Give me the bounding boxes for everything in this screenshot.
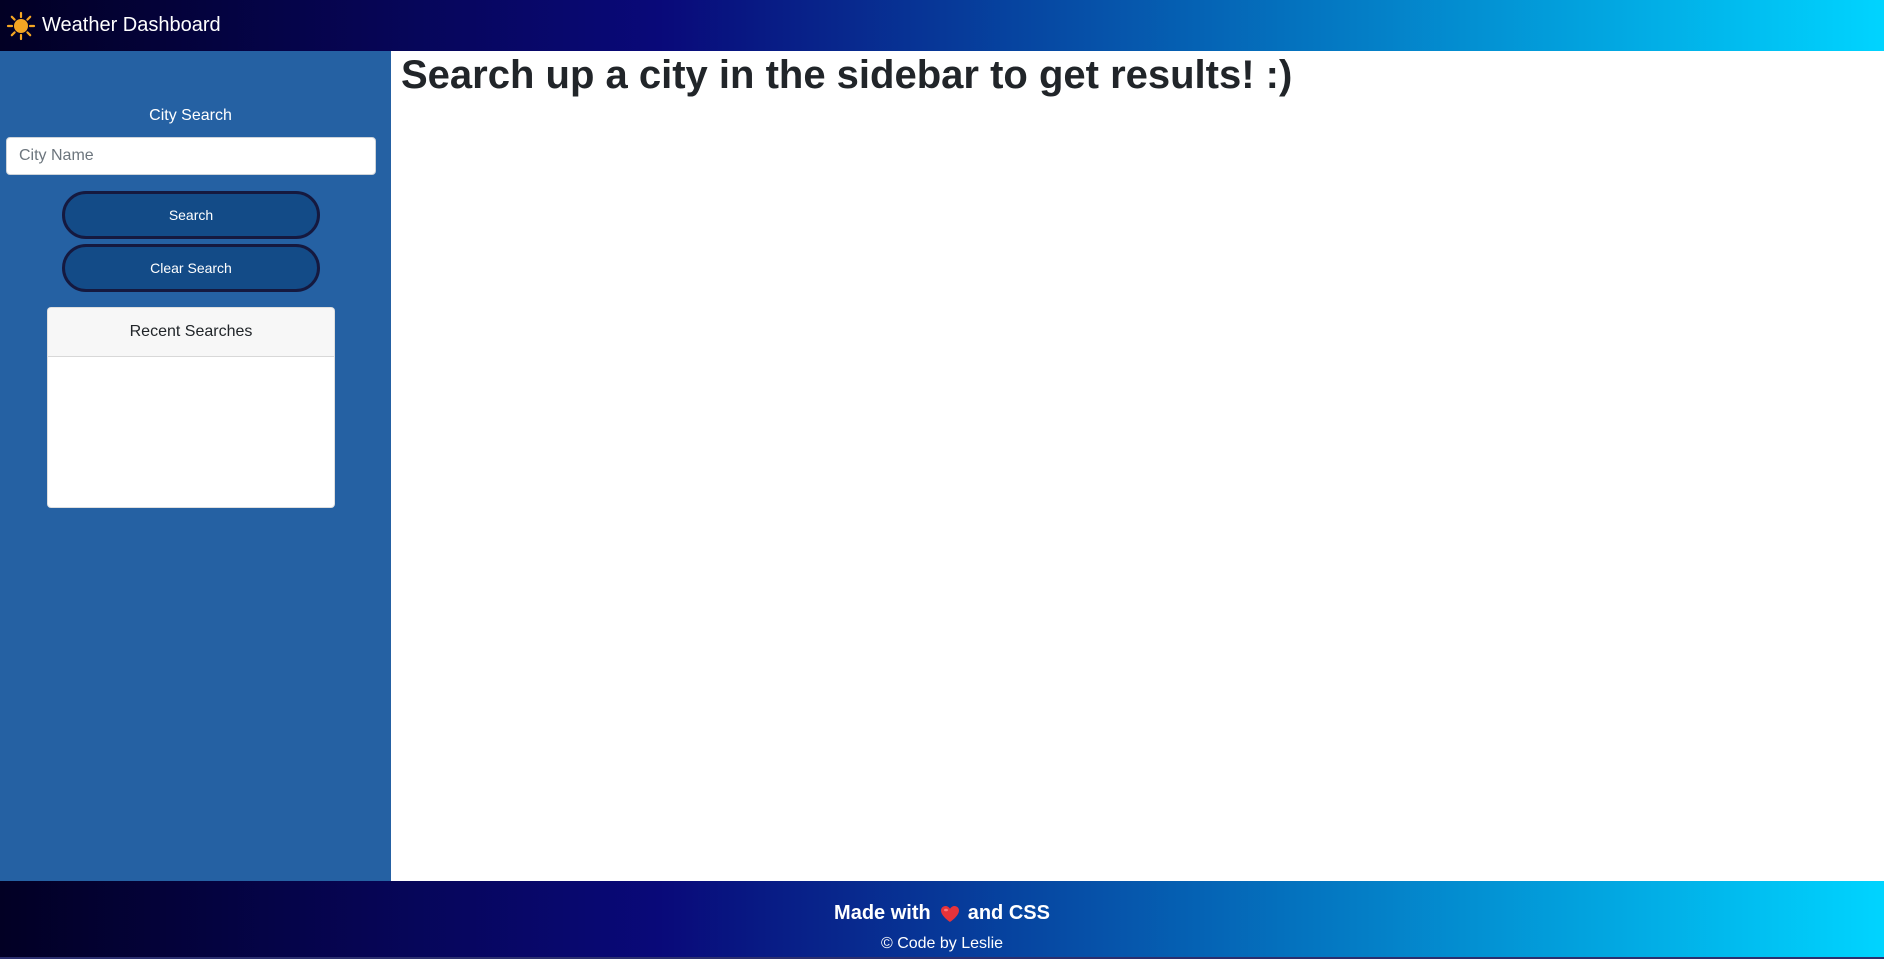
made-with-line: Made with and CSS (0, 902, 1884, 925)
city-search-label: City Search (149, 107, 232, 124)
made-with-suffix: and CSS (967, 902, 1050, 924)
sidebar: City Search Search Clear Search Recent S… (0, 51, 391, 881)
app-title: Weather Dashboard (42, 14, 221, 36)
recent-searches-card: Recent Searches (47, 307, 335, 508)
city-name-input[interactable] (6, 137, 376, 175)
heart-icon (940, 905, 960, 923)
copyright-text: © Code by Leslie (880, 935, 1004, 952)
footer: Made with and CSS © Code by Leslie (0, 881, 1884, 957)
main-content: Search up a city in the sidebar to get r… (391, 51, 1884, 881)
sun-icon (6, 11, 36, 41)
clear-search-button[interactable]: Clear Search (62, 244, 320, 292)
made-with-prefix: Made with (834, 902, 931, 924)
recent-searches-header: Recent Searches (48, 308, 334, 357)
page-title: Search up a city in the sidebar to get r… (401, 53, 1293, 97)
top-navbar: Weather Dashboard (0, 0, 1884, 51)
brand-link[interactable]: Weather Dashboard (6, 11, 221, 41)
search-button[interactable]: Search (62, 191, 320, 239)
